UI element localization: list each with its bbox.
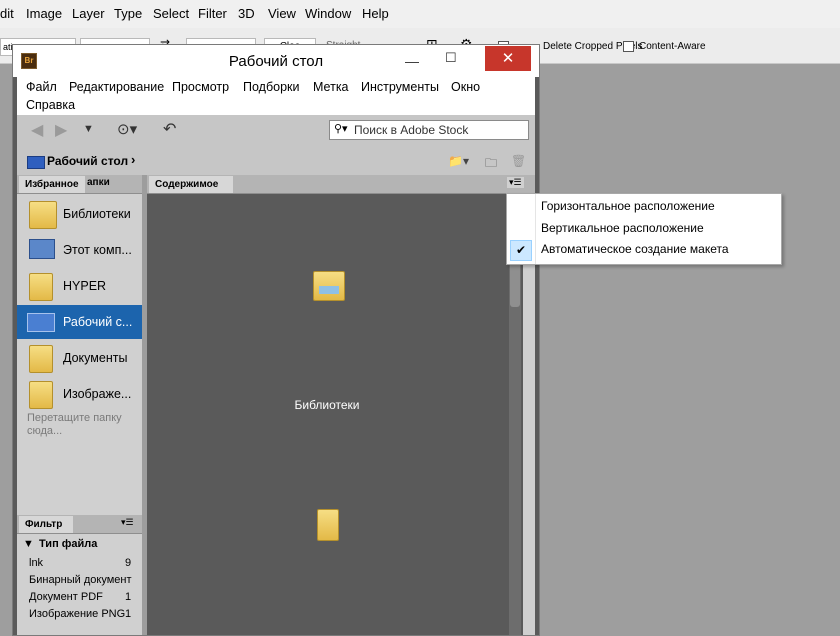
favorite-label: HYPER — [63, 279, 107, 293]
favorite-hyper[interactable]: HYPER — [17, 269, 142, 303]
documents-folder-icon — [29, 345, 53, 373]
maximize-button[interactable]: ☐ — [445, 50, 465, 66]
forward-arrow-icon[interactable]: ▶ — [55, 120, 67, 140]
tab-folders[interactable]: апки — [87, 177, 110, 188]
computer-icon — [29, 239, 55, 259]
path-desktop[interactable]: Рабочий стол — [47, 154, 128, 168]
favorite-label: Изображе... — [63, 387, 132, 401]
desktop-icon — [27, 313, 55, 332]
filter-row-count: 1 — [125, 591, 132, 603]
menu-item-horizontal[interactable]: Горизонтальное расположение — [541, 199, 715, 213]
menu-image[interactable]: Image — [26, 6, 62, 21]
bridge-window: Br Рабочий стол — ☐ ✕ Файл Редактировани… — [12, 44, 540, 636]
menu-edit[interactable]: Редактирование — [69, 80, 164, 94]
menu-file[interactable]: Файл — [26, 80, 57, 94]
rotate-icon[interactable]: ↶ — [163, 119, 176, 139]
menu-help[interactable]: Справка — [26, 98, 75, 112]
trash-icon[interactable]: 🗑 — [511, 154, 526, 168]
tab-filter[interactable]: Фильтр — [19, 516, 73, 533]
search-input[interactable]: ⚲▾ Поиск в Adobe Stock — [329, 120, 529, 140]
content-aware-checkbox[interactable] — [623, 41, 634, 52]
menu-label[interactable]: Метка — [313, 80, 349, 94]
menu-help[interactable]: Help — [362, 6, 389, 21]
libraries-folder-icon — [29, 201, 57, 229]
menu-edit[interactable]: dit — [0, 6, 14, 21]
menu-select[interactable]: Select — [153, 6, 189, 21]
filter-group-label: Тип файла — [39, 538, 98, 550]
libraries-folder-icon[interactable] — [313, 271, 345, 301]
desktop-icon — [27, 156, 45, 169]
thumbnail-label: Библиотеки — [294, 398, 360, 412]
folder-icon — [29, 273, 53, 301]
menu-view[interactable]: View — [268, 6, 296, 21]
menu-item-label: Автоматическое создание макета — [541, 242, 729, 256]
minimize-button[interactable]: — — [405, 53, 425, 69]
menu-3d[interactable]: 3D — [238, 6, 255, 21]
filter-panel: Фильтр ▾☰ ▼ Тип файла lnk 9 Бинарный док… — [17, 515, 142, 635]
tab-content[interactable]: Содержимое — [149, 176, 233, 193]
menu-filter[interactable]: Filter — [198, 6, 227, 21]
folder-options-icon[interactable]: 📁▾ — [448, 154, 469, 168]
pictures-folder-icon — [29, 381, 53, 409]
favorite-label: Рабочий с... — [63, 315, 133, 329]
collapse-triangle-icon[interactable]: ▼ — [23, 538, 34, 550]
filter-row[interactable]: Документ PDF 1 — [17, 589, 142, 606]
filter-group-header[interactable]: ▼ Тип файла — [17, 537, 142, 554]
menu-item-auto-layout[interactable]: ✔ Автоматическое создание макета — [508, 239, 780, 261]
bridge-menubar: Файл Редактирование Просмотр Подборки Ме… — [17, 77, 535, 115]
layout-context-menu: Горизонтальное расположение Вертикальное… — [506, 193, 782, 265]
search-placeholder: Поиск в Adobe Stock — [354, 123, 469, 137]
drag-folder-hint: Перетащите папку сюда... — [27, 412, 122, 437]
history-dropdown-icon[interactable]: ▼ — [83, 123, 94, 135]
menu-window[interactable]: Window — [305, 6, 351, 21]
folder-icon[interactable] — [317, 509, 339, 541]
favorites-panel: Избранное апки Библиотеки Этот комп... H… — [17, 175, 142, 635]
search-icon: ⚲▾ — [334, 123, 348, 135]
panel-menu-icon[interactable]: ▾☰ — [507, 177, 524, 188]
back-arrow-icon[interactable]: ◀ — [31, 120, 43, 140]
menu-window[interactable]: Окно — [451, 80, 480, 94]
favorite-label: Библиотеки — [63, 207, 131, 221]
favorite-documents[interactable]: Документы — [17, 341, 142, 375]
new-folder-icon[interactable]: 🗀 — [485, 154, 497, 175]
checkmark-icon: ✔ — [510, 240, 532, 261]
menu-view[interactable]: Просмотр — [172, 80, 229, 94]
chevron-right-icon[interactable]: › — [131, 152, 135, 167]
filter-row-count: 1 — [125, 608, 132, 620]
tab-favorites[interactable]: Избранное — [19, 176, 85, 193]
filter-row[interactable]: lnk 9 — [17, 555, 142, 572]
favorite-label: Документы — [63, 351, 128, 365]
reveal-recent-icon[interactable]: ⊙▾ — [117, 120, 137, 138]
content-panel: Содержимое ▾☰ Библиотеки — [147, 175, 535, 635]
close-button[interactable]: ✕ — [485, 46, 531, 71]
bridge-toolbar: ◀ ▶ ▼ ⊙▾ ↶ ⚲▾ Поиск в Adobe Stock — [17, 115, 535, 147]
menu-stacks[interactable]: Подборки — [243, 80, 299, 94]
filter-row-label: Бинарный документ — [29, 574, 132, 586]
favorite-pictures[interactable]: Изображе... — [17, 377, 142, 411]
menu-tools[interactable]: Инструменты — [361, 80, 439, 94]
filter-row-label: lnk — [29, 557, 44, 569]
filter-row-label: Документ PDF — [29, 591, 103, 603]
panel-menu-icon[interactable]: ▾☰ — [121, 517, 134, 528]
filter-row[interactable]: Бинарный документ — [17, 572, 142, 589]
filter-tabs: Фильтр ▾☰ — [17, 515, 142, 534]
favorite-this-pc[interactable]: Этот комп... — [17, 233, 142, 267]
menu-layer[interactable]: Layer — [72, 6, 105, 21]
favorites-tabs: Избранное апки — [17, 175, 142, 194]
filter-row-label: Изображение PNG — [29, 608, 126, 620]
menu-item-vertical[interactable]: Вертикальное расположение — [541, 221, 704, 235]
title-bar: Br Рабочий стол — ☐ ✕ — [13, 45, 539, 77]
favorite-label: Этот комп... — [63, 243, 132, 257]
filter-row[interactable]: Изображение PNG 1 — [17, 606, 142, 623]
menu-type[interactable]: Type — [114, 6, 142, 21]
libraries-badge — [319, 286, 339, 294]
favorite-desktop[interactable]: Рабочий с... — [17, 305, 142, 339]
content-aware-label: Content-Aware — [639, 41, 706, 52]
path-bar: Рабочий стол › 📁▾ 🗀 🗑 — [17, 147, 535, 176]
favorite-libraries[interactable]: Библиотеки — [17, 197, 142, 231]
content-tabs: Содержимое ▾☰ — [147, 175, 535, 194]
photoshop-menubar: dit Image Layer Type Select Filter 3D Vi… — [0, 0, 840, 28]
filter-row-count: 9 — [125, 557, 132, 569]
